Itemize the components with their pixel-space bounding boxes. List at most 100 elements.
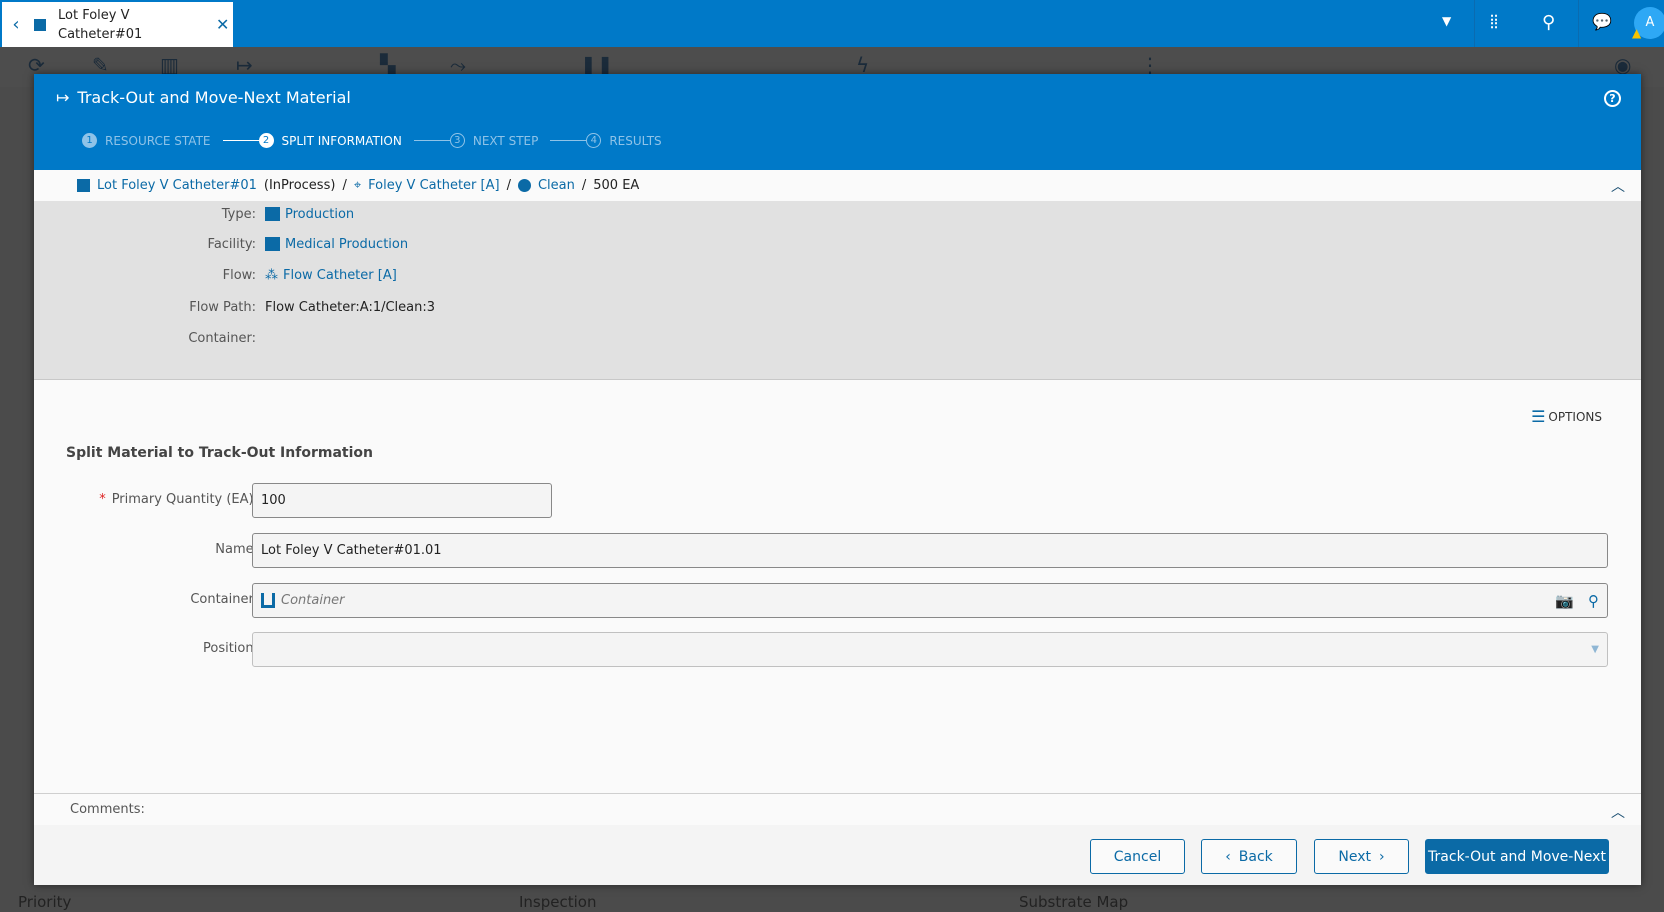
- chevron-right-icon: ›: [1379, 848, 1385, 865]
- chevron-up-icon[interactable]: ︿: [1611, 802, 1625, 822]
- options-button[interactable]: ☰ OPTIONS: [1531, 407, 1602, 426]
- detail-label: Facility:: [207, 236, 256, 252]
- flow-path-value: Flow Catheter:A:1/Clean:3: [265, 299, 436, 315]
- search-icon[interactable]: ⚲: [1542, 12, 1555, 33]
- name-input[interactable]: Lot Foley V Catheter#01.01: [252, 533, 1608, 568]
- chevron-down-icon[interactable]: ▼: [1591, 644, 1599, 655]
- detail-value: ⁂ Flow Catheter [A]: [265, 268, 397, 283]
- dialog-header: ↦ Track-Out and Move-Next Material ? 1 RES…: [34, 74, 1641, 170]
- step-connector: [222, 140, 259, 141]
- next-button[interactable]: Next ›: [1314, 839, 1409, 874]
- divider: [1474, 0, 1475, 47]
- track-out-icon: ↦: [56, 88, 70, 107]
- step-label: SPLIT INFORMATION: [281, 133, 402, 148]
- step-connector: [550, 140, 587, 141]
- flow-icon: ⁂: [265, 267, 278, 283]
- track-out-dialog: ↦ Track-Out and Move-Next Material ? 1 RES…: [34, 74, 1641, 885]
- back-button[interactable]: ‹ Back: [1201, 839, 1297, 874]
- detail-label: Container:: [188, 330, 256, 346]
- document-tab[interactable]: ‹ Lot Foley V Catheter#01 ✕: [2, 2, 233, 47]
- track-out-move-next-button[interactable]: Track-Out and Move-Next: [1425, 839, 1609, 874]
- dropdown-icon[interactable]: ▼: [1442, 14, 1451, 28]
- container-placeholder: Container: [281, 593, 345, 608]
- sliders-icon: ☰: [1531, 407, 1546, 426]
- detail-label: Flow Path:: [189, 299, 256, 315]
- step-number: 2: [258, 133, 274, 148]
- details-panel: Type: Production Facility: Medical Product…: [34, 201, 1641, 380]
- bg-label-inspection: Inspection: [519, 893, 597, 911]
- barcode-icon[interactable]: ⦙⦙: [1490, 12, 1498, 33]
- dialog-title-bar: ↦ Track-Out and Move-Next Material: [56, 88, 351, 107]
- options-label: OPTIONS: [1548, 409, 1602, 424]
- bg-label-priority: Priority: [18, 893, 72, 911]
- chat-icon[interactable]: 💬: [1592, 12, 1612, 31]
- step-split-information[interactable]: 2 SPLIT INFORMATION: [258, 133, 402, 148]
- position-label: Position:: [203, 641, 258, 656]
- close-icon[interactable]: ✕: [216, 15, 229, 34]
- separator: /: [342, 178, 347, 193]
- step-link[interactable]: Clean: [538, 178, 575, 193]
- cancel-button[interactable]: Cancel: [1090, 839, 1185, 874]
- next-label: Next: [1338, 848, 1371, 865]
- section-title: Split Material to Track-Out Information: [66, 445, 373, 461]
- step-next-step[interactable]: 3 NEXT STEP: [449, 133, 539, 148]
- separator: /: [581, 178, 587, 193]
- comments-label: Comments:: [70, 802, 145, 817]
- chevron-up-icon[interactable]: ︿: [1611, 176, 1625, 196]
- quantity-label-text: Primary Quantity (EA):: [111, 492, 258, 507]
- warning-icon: ▲: [1632, 26, 1642, 40]
- bg-label-substrate-map: Substrate Map: [1019, 893, 1129, 911]
- detail-label: Type:: [221, 206, 256, 222]
- detail-value: Production: [265, 207, 354, 222]
- back-icon[interactable]: ‹: [2, 14, 30, 35]
- product-link[interactable]: Foley V Catheter [A]: [368, 178, 499, 193]
- step-label: RESOURCE STATE: [105, 133, 211, 148]
- quantity-input[interactable]: 100: [252, 483, 552, 518]
- detail-label: Flow:: [222, 267, 256, 283]
- container-input[interactable]: Container 📷 ⚲: [252, 583, 1608, 618]
- detail-flow-path: Flow Path: Flow Catheter:A:1/Clean:3: [34, 297, 435, 317]
- material-icon: [77, 179, 90, 192]
- flow-link[interactable]: Flow Catheter [A]: [283, 268, 397, 283]
- detail-facility: Facility: Medical Production: [34, 234, 409, 254]
- step-label: NEXT STEP: [472, 133, 539, 148]
- material-link[interactable]: Lot Foley V Catheter#01: [97, 178, 257, 193]
- container-label: Container:: [190, 592, 258, 607]
- step-number: 4: [586, 133, 602, 148]
- quantity: 500 EA: [593, 178, 640, 193]
- list-icon: [265, 207, 280, 221]
- product-icon: ⌖: [353, 178, 362, 193]
- container-icon: [261, 593, 275, 608]
- detail-container: Container:: [34, 328, 265, 348]
- step-number: 1: [82, 133, 97, 148]
- back-label: Back: [1238, 848, 1273, 865]
- detail-value: Medical Production: [265, 237, 408, 252]
- divider: [1578, 0, 1579, 47]
- dialog-title: Track-Out and Move-Next Material: [77, 88, 351, 107]
- step-results[interactable]: 4 RESULTS: [586, 133, 662, 148]
- material-icon: [34, 18, 46, 31]
- wizard-steps: 1 RESOURCE STATE 2 SPLIT INFORMATION 3 NEXT…: [82, 133, 662, 148]
- quantity-label: * Primary Quantity (EA):: [34, 492, 258, 507]
- material-state: (InProcess): [263, 178, 336, 193]
- camera-icon[interactable]: 📷: [1555, 592, 1574, 610]
- name-label: Name:: [215, 542, 258, 557]
- step-label: RESULTS: [609, 133, 662, 148]
- type-link[interactable]: Production: [285, 207, 354, 222]
- breadcrumb: Lot Foley V Catheter#01 (InProcess) / ⌖ …: [34, 170, 1641, 201]
- required-marker: *: [99, 492, 106, 507]
- top-bar: ‹ Lot Foley V Catheter#01 ✕ ▼ ⦙⦙ ⚲ 💬 A ▲: [0, 0, 1664, 47]
- separator: /: [506, 178, 511, 193]
- detail-type: Type: Production: [34, 204, 354, 224]
- step-icon: [517, 179, 531, 192]
- detail-flow: Flow: ⁂ Flow Catheter [A]: [34, 265, 397, 285]
- divider: [34, 793, 1641, 794]
- step-resource-state[interactable]: 1 RESOURCE STATE: [82, 133, 211, 148]
- container-actions: 📷 ⚲: [1555, 592, 1599, 610]
- position-select[interactable]: ▼: [252, 632, 1608, 667]
- help-icon[interactable]: ?: [1604, 90, 1621, 107]
- factory-icon: [265, 237, 280, 251]
- search-icon[interactable]: ⚲: [1588, 592, 1599, 610]
- facility-link[interactable]: Medical Production: [285, 237, 408, 252]
- step-connector: [413, 140, 450, 141]
